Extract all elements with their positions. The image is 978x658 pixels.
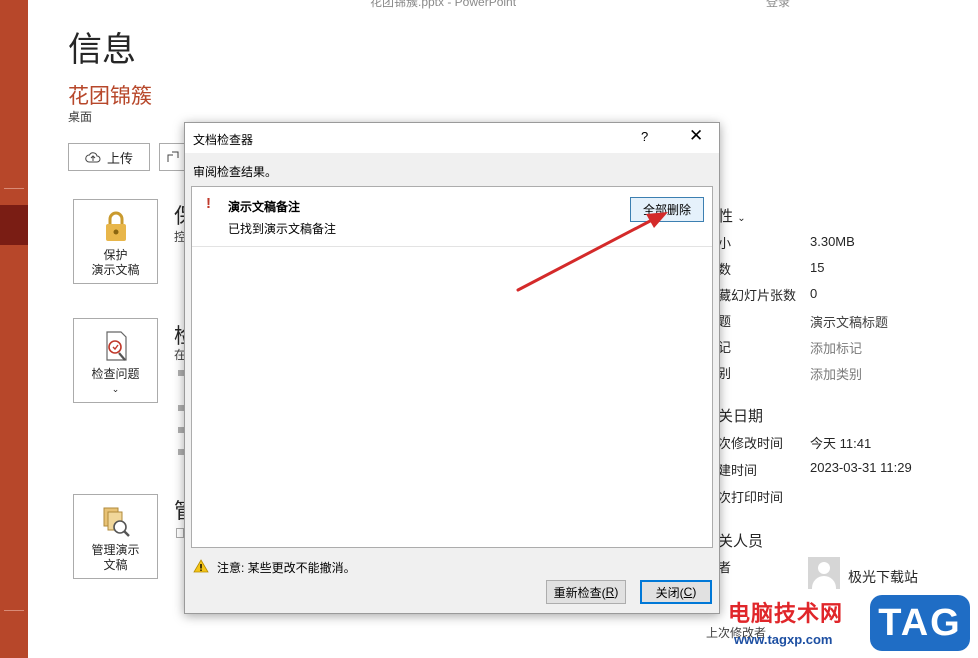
watermark-tag-logo: TAG [870,595,970,651]
annotation-arrow [516,212,668,292]
watermark-url: www.tagxp.com [734,632,833,647]
watermark-text: 电脑技术网 [728,601,844,626]
